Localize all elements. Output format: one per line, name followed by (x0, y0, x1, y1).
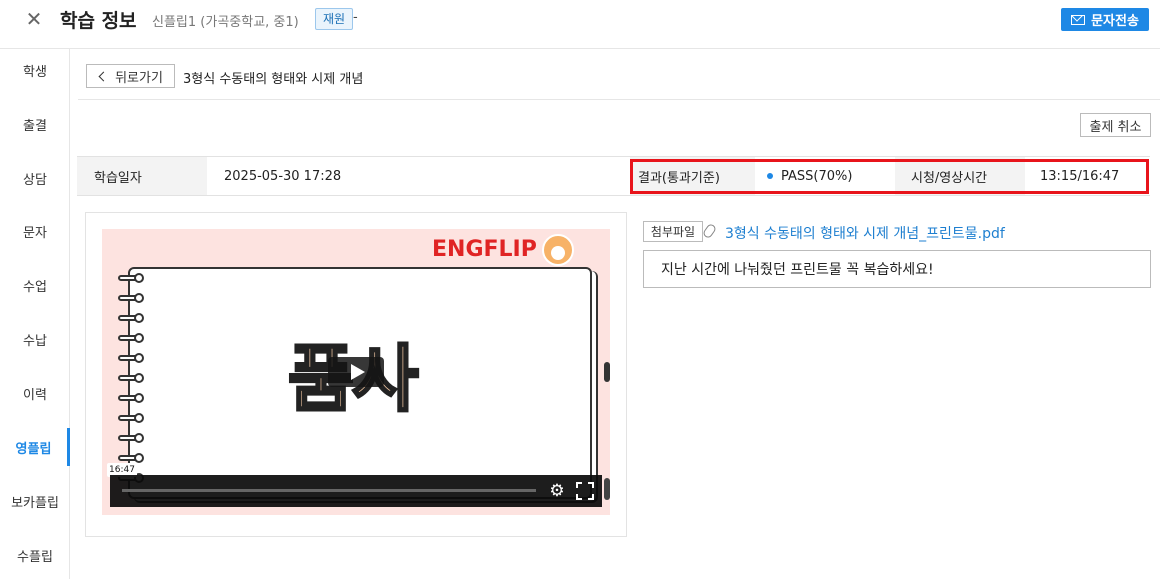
main-divider (78, 99, 1160, 100)
video-controls: ⚙ (110, 475, 602, 507)
study-date-label: 학습일자 (77, 157, 207, 195)
back-button-label: 뒤로가기 (115, 70, 163, 86)
study-date-value: 2025-05-30 17:28 (224, 168, 342, 184)
status-suffix: - (353, 10, 358, 25)
page-title: 학습 정보 (60, 10, 137, 32)
sidebar-item-history[interactable]: 이력 (0, 374, 70, 412)
sidebar-item-engflip[interactable]: 영플립 (0, 428, 70, 466)
memo-box: 지난 시간에 나눠줬던 프린트물 꼭 복습하세요! (643, 250, 1151, 288)
sidebar-item-mathflip[interactable]: 수플립 (0, 536, 70, 574)
result-highlight-box (630, 159, 1149, 194)
attachment-label: 첨부파일 (643, 221, 703, 242)
notebook-knob (604, 478, 610, 500)
attachment-link[interactable]: 3형식 수동태의 형태와 시제 개념_프린트물.pdf (725, 223, 1005, 243)
sidebar-item-message[interactable]: 문자 (0, 212, 70, 250)
paperclip-icon (701, 222, 718, 240)
memo-text: 지난 시간에 나눠줬던 프린트물 꼭 복습하세요! (661, 262, 934, 278)
close-icon[interactable]: ✕ (24, 9, 44, 29)
sidebar-item-student[interactable]: 학생 (0, 51, 70, 89)
mail-icon (1071, 14, 1086, 25)
chevron-left-icon (98, 71, 109, 81)
brand-logo: ENGFLIP (432, 237, 537, 262)
sidebar-item-class[interactable]: 수업 (0, 266, 70, 304)
fullscreen-icon[interactable] (576, 482, 594, 500)
sidebar: 학생 출결 상담 문자 수업 수납 이력 영플립 보카플립 수플립 (0, 49, 70, 579)
seek-bar[interactable] (122, 489, 536, 492)
sidebar-item-attendance[interactable]: 출결 (0, 105, 70, 143)
notebook-knob (604, 362, 610, 382)
sidebar-item-counseling[interactable]: 상담 (0, 159, 70, 197)
back-button[interactable]: 뒤로가기 (86, 64, 175, 88)
cancel-assignment-button[interactable]: 출제 취소 (1080, 113, 1151, 137)
top-header: ✕ 학습 정보 신플립1 (가곡중학교, 중1) 재원 - 문자전송 (0, 0, 1160, 40)
lesson-title: 3형식 수동태의 형태와 시제 개념 (183, 72, 364, 87)
gear-icon[interactable]: ⚙ (548, 482, 566, 500)
student-info: 신플립1 (가곡중학교, 중1) (152, 15, 299, 30)
status-badge: 재원 (315, 8, 354, 30)
header-divider (0, 48, 1160, 49)
send-sms-button[interactable]: 문자전송 (1061, 8, 1149, 31)
mascot-icon (542, 234, 574, 266)
play-icon (350, 364, 365, 380)
sidebar-item-vocaflip[interactable]: 보카플립 (0, 482, 70, 520)
play-button[interactable] (328, 357, 384, 387)
send-sms-label: 문자전송 (1091, 14, 1139, 29)
sidebar-item-payment[interactable]: 수납 (0, 320, 70, 358)
